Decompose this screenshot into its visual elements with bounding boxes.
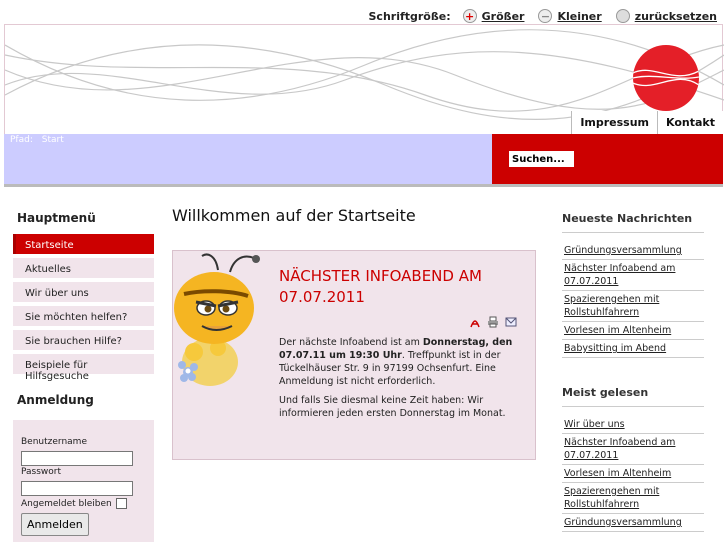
menu-item-hilfe[interactable]: Sie brauchen Hilfe? [13,330,154,350]
article-body: Der nächste Infoabend ist am Donnerstag,… [279,336,517,426]
main-content: Willkommen auf der Startseite Nächster I… [172,206,536,460]
pdf-icon[interactable] [469,316,481,328]
news-item[interactable]: Gründungsversammlung [562,243,704,260]
nav-impressum[interactable]: Impressum [571,111,658,135]
main-menu: Startseite Aktuelles Wir über uns Sie mö… [13,234,154,382]
login-title: Anmeldung [17,393,94,407]
password-field[interactable] [21,481,133,496]
news-item[interactable]: Vorlesen im Altenheim [562,323,704,340]
news-item[interactable]: Babysitting im Abend [562,341,704,358]
popular-item[interactable]: Vorlesen im Altenheim [562,466,704,483]
sidebar: Hauptmenü Startseite Aktuelles Wir über … [13,198,154,542]
username-field[interactable] [21,451,133,466]
font-reset-label: zurücksetzen [634,9,717,23]
menu-item-beispiele[interactable]: Beispiele für Hilfsgesuche [13,354,154,382]
search-input[interactable] [509,151,574,167]
menu-item-wir-ueber-uns[interactable]: Wir über uns [13,282,154,302]
nav-kontakt[interactable]: Kontakt [657,111,723,135]
top-nav: Impressum Kontakt [571,111,723,135]
popular-list: Wir über uns Nächster Infoabend am 07.07… [562,417,704,532]
reset-icon [615,9,630,23]
plus-icon: + [462,9,477,23]
article-paragraph-1: Der nächste Infoabend ist am Donnerstag,… [279,337,513,387]
article-title[interactable]: Nächster Infoabend am 07.07.2011 [279,266,519,308]
font-smaller-label: Kleiner [557,9,602,23]
popular-item[interactable]: Wir über uns [562,417,704,434]
article-actions [469,316,517,328]
divider [4,184,723,187]
font-size-bar: Schriftgröße: + Größer − Kleiner zurücks… [368,9,717,23]
font-bigger-button[interactable]: + Größer [462,9,525,23]
menu-item-startseite[interactable]: Startseite [13,234,154,254]
font-size-label: Schriftgröße: [368,9,451,23]
bee-illustration [174,253,260,386]
logo-mark [633,69,699,87]
remember-row: Angemeldet bleiben [21,498,146,509]
popular-item[interactable]: Nächster Infoabend am 07.07.2011 [562,435,704,465]
news-title: Neueste Nachrichten [562,212,704,233]
article: Nächster Infoabend am 07.07.2011 Der näc… [172,250,536,460]
right-column: Neueste Nachrichten Gründungsversammlung… [562,212,704,545]
minus-icon: − [538,9,553,23]
font-bigger-label: Größer [481,9,525,23]
news-item[interactable]: Nächster Infoabend am 07.07.2011 [562,261,704,291]
remember-checkbox[interactable] [115,498,127,509]
popular-title: Meist gelesen [562,386,704,407]
font-smaller-button[interactable]: − Kleiner [538,9,602,23]
main-menu-title: Hauptmenü [17,211,96,225]
popular-item[interactable]: Spazierengehen mit Rollstuhlfahrern [562,484,704,514]
breadcrumb: Pfad: Start [10,135,70,145]
login-form: Benutzername Passwort Angemeldet bleiben… [13,420,154,542]
print-icon[interactable] [487,316,499,328]
menu-item-aktuelles[interactable]: Aktuelles [13,258,154,278]
news-item[interactable]: Spazierengehen mit Rollstuhlfahrern [562,292,704,322]
username-label: Benutzername [21,437,87,447]
logo[interactable] [633,45,699,111]
breadcrumb-band: Pfad: Start [4,134,723,184]
password-label: Passwort [21,467,62,477]
breadcrumb-label: Pfad: [10,135,33,145]
search-area [492,134,723,184]
email-icon[interactable] [505,316,517,328]
remember-label: Angemeldet bleiben [21,498,112,509]
login-button[interactable]: Anmelden [21,513,89,536]
news-list: Gründungsversammlung Nächster Infoabend … [562,243,704,358]
menu-item-helfen[interactable]: Sie möchten helfen? [13,306,154,326]
article-paragraph-2: Und falls Sie diesmal keine Zeit haben: … [279,395,506,419]
page-title: Willkommen auf der Startseite [172,206,416,225]
breadcrumb-start[interactable]: Start [42,135,64,145]
font-reset-button[interactable]: zurücksetzen [615,9,717,23]
popular-item[interactable]: Gründungsversammlung [562,515,704,532]
